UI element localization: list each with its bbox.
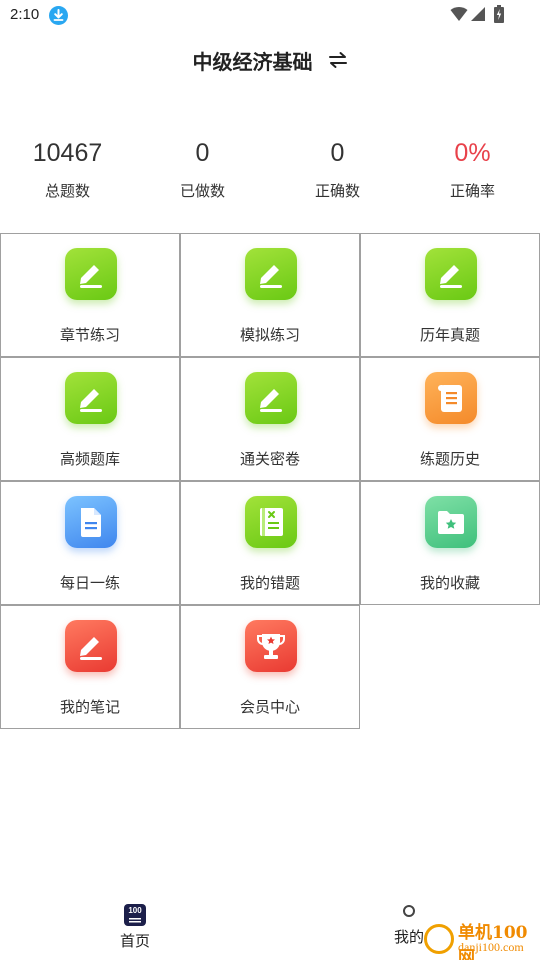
grid-item-high-frequency[interactable]: 高频题库 [0,357,180,481]
grid-item-daily-practice[interactable]: 每日一练 [0,481,180,605]
grid-item-mock-practice[interactable]: 模拟练习 [180,233,360,357]
stat-accuracy-value: 0% [454,139,491,167]
stats-row: 10467 总题数 0 已做数 0 正确数 0% 正确率 [0,136,540,212]
status-bar: 2:10 [0,0,540,32]
home-100-icon: 100 [124,904,146,926]
header: 中级经济基础 [0,44,540,80]
grid-item-member-center[interactable]: 会员中心 [180,605,360,729]
grid-item-label: 通关密卷 [239,450,300,468]
grid-item-label: 练题历史 [419,450,480,468]
stat-total: 10467 总题数 [0,136,135,201]
grid-item-chapter-practice[interactable]: 章节练习 [0,233,180,357]
grid-item-secret-paper[interactable]: 通关密卷 [180,357,360,481]
grid-item-label: 历年真题 [419,326,480,344]
person-icon [403,905,415,917]
stat-correct: 0 正确数 [270,136,405,201]
swap-arrows-icon[interactable] [328,50,348,70]
grid-item-past-exams[interactable]: 历年真题 [360,233,540,357]
stat-correct-label: 正确数 [314,182,360,200]
wifi-icon [450,6,468,26]
grid-item-label: 每日一练 [59,574,120,592]
grid-item-label: 章节练习 [59,326,120,344]
nav-home[interactable]: 100 首页 [100,904,170,951]
stat-done: 0 已做数 [135,136,270,201]
page-title[interactable]: 中级经济基础 [192,44,312,80]
grid-item-label: 模拟练习 [239,326,300,344]
stat-done-value: 0 [195,139,210,167]
pencil-icon [245,248,297,300]
download-icon [49,6,68,25]
watermark-line-2: danji100.com [458,940,524,954]
stat-accuracy-label: 正确率 [449,182,495,200]
stat-total-value: 10467 [32,139,103,167]
pencil-icon [245,372,297,424]
grid-item-label: 我的错题 [239,574,300,592]
pencil-icon [65,620,117,672]
watermark-circle-icon [424,924,454,954]
signal-icon [470,6,486,26]
status-time: 2:10 [10,6,40,23]
stat-correct-value: 0 [330,139,345,167]
battery-charging-icon [494,5,504,27]
document-icon [65,496,117,548]
watermark-logo: 单机100网 danji100.com [420,918,540,960]
stat-accuracy: 0% 正确率 [405,136,540,201]
grid-item-label: 高频题库 [59,450,120,468]
nav-home-label: 首页 [119,932,150,950]
stat-done-label: 已做数 [179,182,225,200]
grid-item-notes[interactable]: 我的笔记 [0,605,180,729]
home-icon-text: 100 [128,906,142,915]
trophy-icon [245,620,297,672]
pencil-icon [65,372,117,424]
grid-item-practice-history[interactable]: 练题历史 [360,357,540,481]
pencil-icon [425,248,477,300]
pencil-icon [65,248,117,300]
star-folder-icon [425,496,477,548]
grid-item-label: 我的收藏 [419,574,480,592]
wrong-book-icon [245,496,297,548]
grid-item-label: 会员中心 [239,698,300,716]
grid-item-label: 我的笔记 [59,698,120,716]
scroll-icon [425,372,477,424]
grid-item-wrong-questions[interactable]: 我的错题 [180,481,360,605]
stat-total-label: 总题数 [44,182,90,200]
grid-item-favorites[interactable]: 我的收藏 [360,481,540,605]
